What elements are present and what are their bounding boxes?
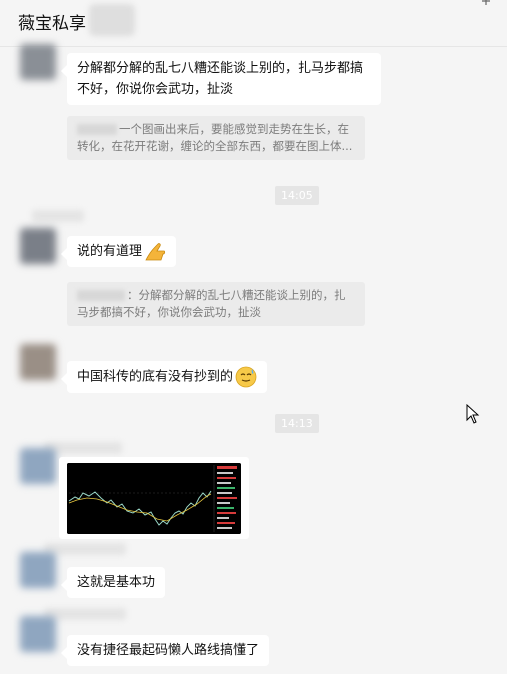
sender-nickname: [44, 608, 126, 620]
avatar[interactable]: [20, 44, 56, 80]
avatar[interactable]: [20, 228, 56, 264]
message-text: 没有捷径最起码懒人路线搞懂了: [77, 643, 260, 658]
pin-icon[interactable]: [479, 0, 493, 7]
chat-header: 薇宝私享: [0, 0, 507, 47]
mouse-cursor-icon: [466, 404, 480, 424]
message-bubble: 说的有道理: [60, 236, 177, 267]
message-text: 这就是基本功: [77, 575, 156, 590]
message-text: 说的有道理: [77, 244, 143, 259]
redacted-sender: [77, 124, 117, 135]
quote-text: 一个图画出来后，要能感觉到走势在生长，在转化，在花开花谢，缠论的全部东西，都要在…: [77, 122, 353, 153]
chat-title: 薇宝私享: [18, 14, 86, 34]
avatar[interactable]: [20, 448, 56, 484]
thumbs-up-icon: [145, 242, 166, 260]
redacted-sender: [77, 290, 125, 301]
message-bubble: 分解都分解的乱七八糟还能谈上别的，扎马步都搞不好，你说你会武功，扯淡: [61, 53, 381, 105]
timestamp: 14:13: [275, 414, 319, 433]
message-text: 中国科传的底有没有抄到的: [77, 369, 234, 385]
avatar[interactable]: [20, 616, 56, 652]
sweat-smile-icon: [235, 366, 257, 388]
message-bubble: 中国科传的底有没有抄到的: [60, 361, 268, 393]
quoted-message[interactable]: ：分解都分解的乱七八糟还能谈上别的，扎马步都搞不好，你说你会武功，扯淡: [67, 282, 365, 326]
stock-chart-thumbnail[interactable]: [67, 463, 241, 534]
message-text: 分解都分解的乱七八糟还能谈上别的，扎马步都搞不好，你说你会武功，扯淡: [77, 61, 364, 97]
sender-nickname: [44, 543, 126, 555]
sender-nickname: [32, 210, 84, 222]
timestamp: 14:05: [275, 186, 319, 205]
message-bubble: 这就是基本功: [60, 567, 166, 598]
avatar[interactable]: [20, 344, 56, 380]
quoted-message[interactable]: 一个图画出来后，要能感觉到走势在生长，在转化，在花开花谢，缠论的全部东西，都要在…: [67, 116, 365, 160]
redacted-name: [89, 4, 135, 36]
avatar[interactable]: [20, 552, 56, 588]
message-bubble: 没有捷径最起码懒人路线搞懂了: [60, 635, 270, 666]
